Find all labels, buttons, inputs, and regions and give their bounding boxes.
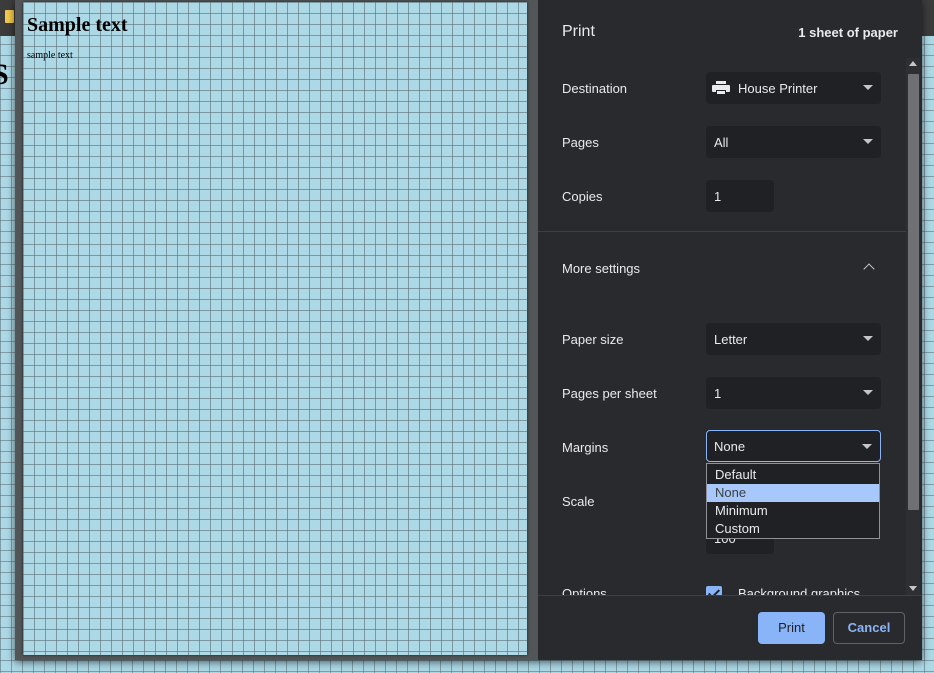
print-button[interactable]: Print bbox=[758, 612, 825, 644]
margins-value: None bbox=[714, 439, 746, 454]
options-label: Options bbox=[562, 586, 607, 595]
settings-scrollbar[interactable] bbox=[906, 58, 920, 595]
settings-scroll-area: Destination House Printer Pages All Copi… bbox=[538, 58, 906, 595]
copies-input[interactable]: 1 bbox=[706, 180, 774, 212]
background-graphics-label[interactable]: Background graphics bbox=[738, 586, 860, 595]
destination-value: House Printer bbox=[738, 81, 818, 96]
paper-size-label: Paper size bbox=[562, 332, 624, 347]
margins-option-minimum[interactable]: Minimum bbox=[707, 502, 879, 520]
scale-label: Scale bbox=[562, 494, 595, 509]
section-divider bbox=[538, 231, 906, 232]
scroll-up-arrow-icon[interactable] bbox=[909, 61, 917, 66]
scroll-down-arrow-icon[interactable] bbox=[909, 586, 917, 591]
pages-per-sheet-value: 1 bbox=[714, 386, 722, 401]
dialog-footer: Print Cancel bbox=[538, 595, 922, 660]
paper-size-value: Letter bbox=[714, 332, 748, 347]
margins-option-custom[interactable]: Custom bbox=[707, 520, 879, 538]
preview-heading: Sample text bbox=[27, 14, 128, 36]
print-settings-sidebar: Print 1 sheet of paper Destination House… bbox=[538, 0, 922, 660]
pages-per-sheet-label: Pages per sheet bbox=[562, 386, 657, 401]
pages-value: All bbox=[714, 135, 729, 150]
chevron-down-icon bbox=[862, 444, 872, 449]
chevron-down-icon bbox=[863, 390, 873, 395]
scrollbar-thumb[interactable] bbox=[908, 74, 919, 510]
margins-dropdown-list: Default None Minimum Custom bbox=[706, 463, 880, 539]
chevron-down-icon bbox=[863, 336, 873, 341]
margins-option-none[interactable]: None bbox=[707, 484, 879, 502]
destination-label: Destination bbox=[562, 81, 628, 96]
margins-option-default[interactable]: Default bbox=[707, 466, 879, 484]
dialog-title: Print bbox=[562, 23, 595, 40]
folder-icon bbox=[5, 10, 14, 23]
printer-icon bbox=[712, 81, 730, 95]
chevron-down-icon bbox=[863, 139, 873, 144]
pages-per-sheet-select[interactable]: 1 bbox=[706, 377, 881, 409]
chevron-up-icon[interactable] bbox=[863, 263, 875, 275]
chevron-down-icon bbox=[863, 85, 873, 90]
margins-select[interactable]: None bbox=[706, 430, 881, 462]
preview-page: Sample text sample text bbox=[23, 2, 527, 655]
background-page-heading: S bbox=[0, 58, 9, 91]
more-settings-toggle[interactable]: More settings bbox=[562, 261, 640, 276]
print-preview-area: Sample text sample text bbox=[15, 0, 538, 660]
print-dialog: Sample text sample text Print 1 sheet of… bbox=[15, 0, 922, 660]
background-graphics-checkbox[interactable] bbox=[706, 586, 722, 595]
paper-size-select[interactable]: Letter bbox=[706, 323, 881, 355]
sheet-count: 1 sheet of paper bbox=[798, 25, 898, 40]
copies-label: Copies bbox=[562, 189, 603, 204]
cancel-button[interactable]: Cancel bbox=[833, 612, 905, 644]
margins-label: Margins bbox=[562, 440, 609, 455]
pages-label: Pages bbox=[562, 135, 599, 150]
preview-text: sample text bbox=[27, 50, 73, 61]
pages-select[interactable]: All bbox=[706, 126, 881, 158]
destination-select[interactable]: House Printer bbox=[706, 72, 881, 104]
